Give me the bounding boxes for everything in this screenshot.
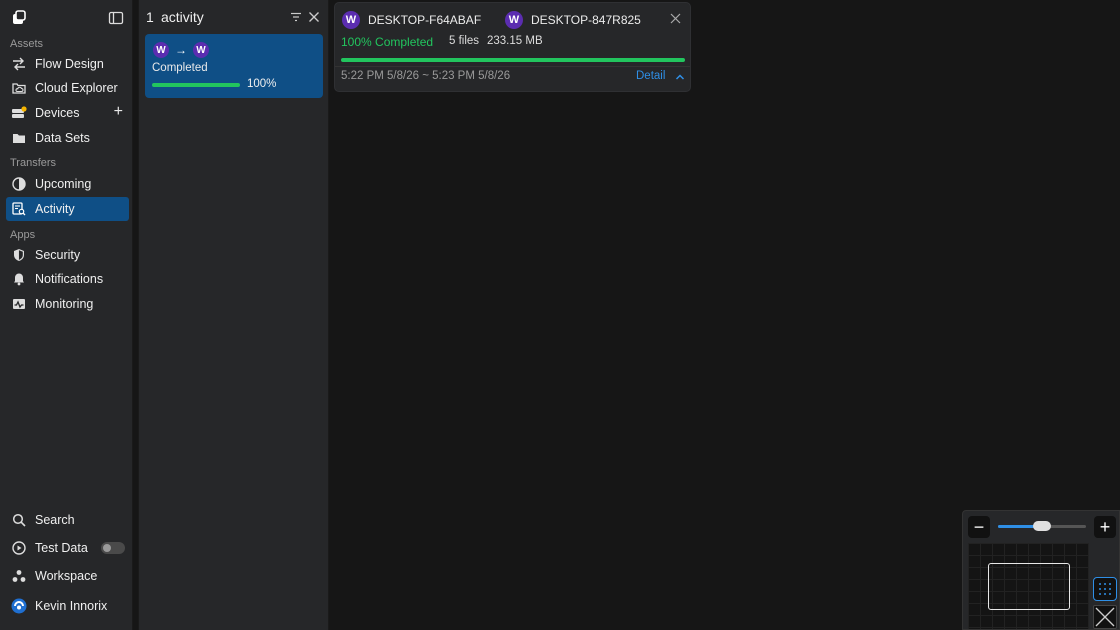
close-detail-icon[interactable] [670,13,681,24]
activity-status: Completed [152,62,208,74]
activity-list-header: 1 activity [139,0,330,34]
fit-view-icon [1095,607,1115,627]
sidebar-item-label: Activity [35,202,75,216]
sidebar-item-label: Workspace [35,569,98,583]
arrow-right-icon: → [175,43,187,57]
sidebar-item-upcoming[interactable]: Upcoming [6,172,129,196]
sidebar-item-label: Kevin Innorix [35,599,108,613]
sidebar-item-label: Upcoming [35,177,92,191]
zoom-slider-thumb[interactable] [1033,521,1051,531]
transfer-time-range: 5:22 PM 5/8/26 ~ 5:23 PM 5/8/26 [341,70,511,82]
section-label-transfers: Transfers [10,157,57,169]
transfer-status: 100% Completed [341,35,434,49]
activity-list-title: activity [161,9,204,25]
activity-progress-fill [152,83,240,87]
minimap[interactable] [968,543,1089,629]
target-avatar: W [193,42,209,58]
sidebar-item-data-sets[interactable]: Data Sets [6,126,129,150]
divider [335,66,690,67]
workspace-nodes-icon [11,568,27,584]
app-logo-icon[interactable] [11,10,27,26]
test-data-toggle[interactable] [101,542,125,554]
search-icon [11,512,27,528]
sidebar-item-label: Data Sets [35,131,90,145]
source-device-avatar: W [342,11,360,29]
grid-dots-button[interactable] [1093,577,1117,601]
sidebar-item-test-data[interactable]: Test Data [6,536,129,560]
close-list-icon[interactable] [308,11,320,23]
activity-search-icon [11,201,27,217]
zoom-slider[interactable] [998,521,1086,531]
sidebar-item-label: Cloud Explorer [35,81,118,95]
source-device-name: DESKTOP-F64ABAF [368,13,482,27]
source-avatar: W [153,42,169,58]
add-device-button[interactable]: + [114,104,123,120]
sidebar-item-label: Devices [35,106,80,120]
activity-count: 1 [146,9,154,25]
transfer-detail-card: W DESKTOP-F64ABAF W DESKTOP-847R825 100%… [334,2,691,92]
folder-icon [11,130,27,146]
activity-progress-bar [152,83,240,87]
file-count: 5 files [449,35,480,47]
transfer-progress-bar [341,58,685,62]
section-label-apps: Apps [10,229,36,241]
filter-icon[interactable] [290,12,302,22]
sidebar-header [0,0,133,34]
sidebar-item-label: Flow Design [35,57,104,71]
activity-list-panel: 1 activity W → W Completed 100% [138,0,329,630]
user-avatar-icon [11,598,27,614]
sidebar-item-security[interactable]: Security [6,243,129,267]
sidebar-item-user[interactable]: Kevin Innorix [6,594,129,618]
sidebar-item-label: Monitoring [35,297,94,311]
activity-card[interactable]: W → W Completed 100% [145,34,323,98]
zoom-minimap-panel: − + [962,510,1120,630]
sidebar-item-workspace[interactable]: Workspace [6,564,129,588]
sidebar-item-notifications[interactable]: Notifications [6,267,129,291]
shield-icon [11,247,27,263]
sidebar-item-label: Search [35,513,75,527]
transfer-size: 233.15 MB [487,35,543,47]
sidebar-item-flow-design[interactable]: Flow Design [6,52,129,76]
sidebar-item-label: Test Data [35,541,88,555]
sidebar-item-label: Notifications [35,272,104,286]
chevron-up-icon[interactable] [675,72,685,82]
sidebar-collapse-icon[interactable] [108,10,124,26]
section-label-assets: Assets [10,38,44,50]
sidebar-item-devices[interactable]: Devices + [6,101,129,125]
transfer-progress-fill [341,58,685,62]
minimap-viewport[interactable] [988,563,1070,610]
pie-clock-icon [11,176,27,192]
sidebar-item-monitoring[interactable]: Monitoring [6,292,129,316]
monitor-pulse-icon [11,296,27,312]
devices-icon [11,105,27,121]
zoom-out-button[interactable]: − [968,516,990,538]
grid-dots-icon [1099,583,1111,595]
zoom-in-button[interactable]: + [1094,516,1116,538]
activity-progress-label: 100% [247,78,277,90]
target-device-name: DESKTOP-847R825 [531,13,641,27]
detail-link[interactable]: Detail [636,70,665,82]
sidebar-item-search[interactable]: Search [6,508,129,532]
flow-arrows-icon [11,56,27,72]
bell-icon [11,271,27,287]
cloud-folder-icon [11,80,27,96]
target-device-avatar: W [505,11,523,29]
fit-view-button[interactable] [1093,605,1117,629]
sidebar: Assets Flow Design Cloud Explorer Device… [0,0,133,630]
app-window: Assets Flow Design Cloud Explorer Device… [0,0,1120,630]
sidebar-item-cloud-explorer[interactable]: Cloud Explorer [6,76,129,100]
sidebar-item-activity[interactable]: Activity [6,197,129,221]
play-circle-icon [11,540,27,556]
sidebar-item-label: Security [35,248,81,262]
